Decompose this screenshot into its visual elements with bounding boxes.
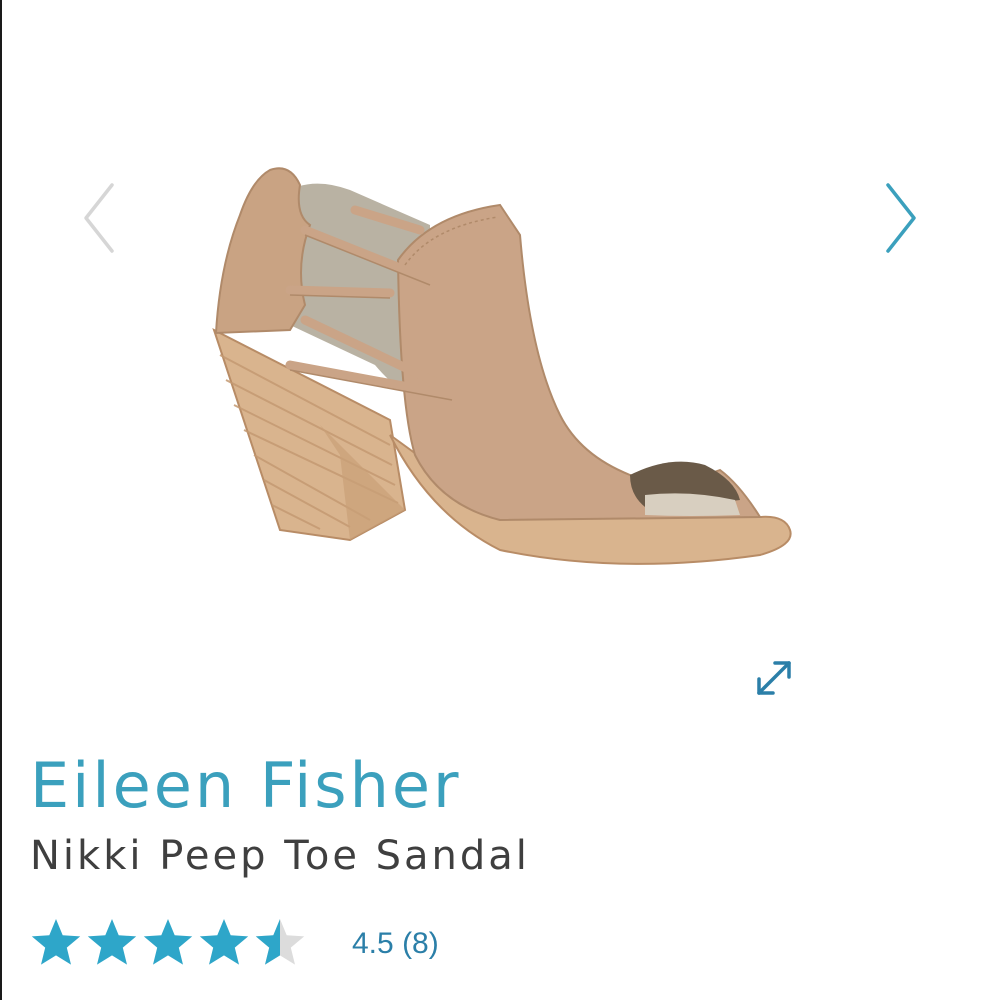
next-image-button[interactable] bbox=[870, 178, 930, 258]
review-count: (8) bbox=[402, 927, 439, 960]
chevron-left-icon bbox=[84, 183, 114, 253]
product-image[interactable] bbox=[200, 155, 800, 605]
star-icon-filled bbox=[143, 919, 193, 965]
chevron-right-icon bbox=[886, 183, 916, 253]
rating-summary[interactable]: 4.5 (8) bbox=[352, 927, 439, 961]
star-rating bbox=[28, 912, 308, 976]
product-image-gallery bbox=[0, 0, 1000, 740]
expand-arrows-icon bbox=[757, 661, 791, 695]
heel-counter bbox=[214, 167, 312, 335]
product-rating[interactable]: 4.5 (8) bbox=[28, 912, 439, 976]
product-title: Nikki Peep Toe Sandal bbox=[30, 833, 530, 879]
star-icon-filled bbox=[31, 919, 81, 965]
previous-image-button[interactable] bbox=[70, 178, 130, 258]
star-icon-half bbox=[255, 919, 305, 965]
star-icon-filled bbox=[199, 919, 249, 965]
expand-image-button[interactable] bbox=[748, 652, 800, 704]
star-icon-filled bbox=[87, 919, 137, 965]
brand-name[interactable]: Eileen Fisher bbox=[30, 755, 462, 817]
rating-value: 4.5 bbox=[352, 927, 394, 960]
